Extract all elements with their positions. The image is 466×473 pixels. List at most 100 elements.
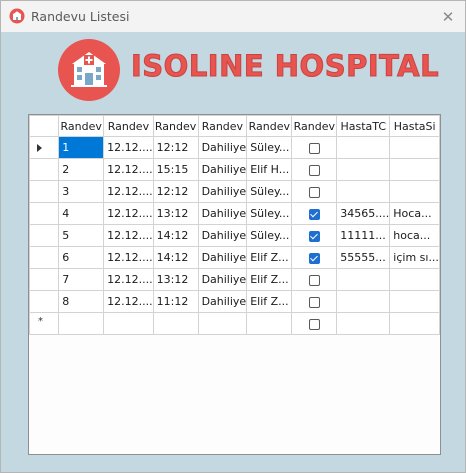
column-header[interactable]: Randev xyxy=(103,115,154,137)
table-cell[interactable]: 7 xyxy=(58,268,105,291)
table-cell[interactable] xyxy=(336,268,391,291)
table-cell[interactable] xyxy=(291,136,338,159)
row-header[interactable] xyxy=(29,180,60,203)
table-cell[interactable]: Elif H... xyxy=(246,158,293,181)
column-header[interactable]: Randev xyxy=(246,115,293,137)
header-corner[interactable] xyxy=(29,115,60,137)
table-cell[interactable]: 12.12.... xyxy=(103,136,154,159)
column-header[interactable]: Randev xyxy=(291,115,338,137)
column-header[interactable]: HastaTC xyxy=(336,115,391,137)
table-cell[interactable]: Dahiliye xyxy=(197,268,248,291)
table-cell[interactable] xyxy=(389,158,440,181)
table-cell[interactable]: 15:15 xyxy=(152,158,199,181)
table-cell[interactable]: hoca... xyxy=(389,224,440,247)
table-cell[interactable] xyxy=(291,268,338,291)
table-cell[interactable]: Elif Z... xyxy=(246,246,293,269)
table-row[interactable]: 6 12.12.... 14:12 Dahiliye Elif Z... 555… xyxy=(29,246,440,269)
column-header[interactable]: Randev xyxy=(58,115,105,137)
table-row[interactable]: 5 12.12.... 14:12 Dahiliye Süley... 1111… xyxy=(29,224,440,247)
row-header[interactable] xyxy=(29,268,60,291)
table-cell[interactable] xyxy=(291,312,338,335)
table-cell[interactable] xyxy=(336,290,391,313)
table-cell[interactable]: Dahiliye xyxy=(197,246,248,269)
table-cell[interactable] xyxy=(389,268,440,291)
table-cell[interactable]: Dahiliye xyxy=(197,158,248,181)
table-cell[interactable]: 11:12 xyxy=(152,290,199,313)
table-cell[interactable]: 6 xyxy=(58,246,105,269)
row-checkbox[interactable] xyxy=(308,252,320,264)
table-cell[interactable] xyxy=(246,312,293,335)
table-cell[interactable]: Dahiliye xyxy=(197,136,248,159)
row-checkbox[interactable] xyxy=(308,230,320,242)
row-header[interactable] xyxy=(29,246,60,269)
table-cell[interactable]: 12.12.... xyxy=(103,268,154,291)
table-cell[interactable] xyxy=(336,312,391,335)
table-cell[interactable]: 2 xyxy=(58,158,105,181)
row-header[interactable] xyxy=(29,224,60,247)
row-header[interactable] xyxy=(29,202,60,225)
table-cell[interactable] xyxy=(336,136,391,159)
table-cell[interactable] xyxy=(389,136,440,159)
row-header[interactable] xyxy=(29,136,60,159)
column-header[interactable]: HastaSi xyxy=(389,115,440,137)
table-cell[interactable] xyxy=(197,312,248,335)
table-cell[interactable]: 12.12.... xyxy=(103,202,154,225)
table-cell[interactable]: 12.12.... xyxy=(103,180,154,203)
row-checkbox[interactable] xyxy=(308,142,320,154)
table-cell[interactable]: 34565.... xyxy=(336,202,391,225)
table-cell[interactable] xyxy=(389,180,440,203)
table-row[interactable]: 4 12.12.... 13:12 Dahiliye Süley... 3456… xyxy=(29,202,440,225)
row-checkbox[interactable] xyxy=(308,208,320,220)
row-checkbox[interactable] xyxy=(308,164,320,176)
table-cell[interactable] xyxy=(291,158,338,181)
table-cell[interactable] xyxy=(58,312,105,335)
row-checkbox[interactable] xyxy=(308,186,320,198)
table-cell[interactable]: 14:12 xyxy=(152,246,199,269)
table-cell[interactable]: 12:12 xyxy=(152,180,199,203)
table-cell[interactable] xyxy=(291,246,338,269)
table-cell[interactable]: 13:12 xyxy=(152,202,199,225)
table-cell[interactable] xyxy=(152,312,199,335)
column-header[interactable]: Randev xyxy=(152,115,199,137)
table-cell[interactable]: 12.12.... xyxy=(103,246,154,269)
row-header[interactable] xyxy=(29,158,60,181)
table-cell[interactable]: Dahiliye xyxy=(197,180,248,203)
table-cell[interactable]: 11111... xyxy=(336,224,391,247)
table-cell[interactable] xyxy=(389,290,440,313)
appointments-grid[interactable]: Randev Randev Randev Randev Randev Rande… xyxy=(28,114,441,455)
close-button[interactable]: ✕ xyxy=(431,1,465,32)
table-cell[interactable]: Dahiliye xyxy=(197,224,248,247)
table-cell[interactable]: 12:12 xyxy=(152,136,199,159)
table-cell[interactable]: Süley... xyxy=(246,224,293,247)
table-cell[interactable] xyxy=(336,158,391,181)
table-cell[interactable]: içim sı... xyxy=(389,246,440,269)
table-cell[interactable] xyxy=(291,290,338,313)
new-row[interactable]: * xyxy=(29,312,440,335)
table-row[interactable]: 7 12.12.... 13:12 Dahiliye Elif Z... xyxy=(29,268,440,291)
row-checkbox[interactable] xyxy=(308,318,320,330)
table-cell[interactable]: Dahiliye xyxy=(197,202,248,225)
table-cell[interactable]: 13:12 xyxy=(152,268,199,291)
row-header[interactable] xyxy=(29,290,60,313)
table-cell[interactable] xyxy=(389,312,440,335)
table-cell[interactable]: 5 xyxy=(58,224,105,247)
row-header[interactable]: * xyxy=(29,312,60,335)
table-row[interactable]: 1 12.12.... 12:12 Dahiliye Süley... xyxy=(29,136,440,159)
row-checkbox[interactable] xyxy=(308,274,320,286)
title-bar[interactable]: Randevu Listesi ✕ xyxy=(1,1,465,32)
table-cell[interactable]: 55555... xyxy=(336,246,391,269)
table-cell[interactable]: 1 xyxy=(58,136,105,159)
table-cell[interactable] xyxy=(336,180,391,203)
table-cell[interactable]: 14:12 xyxy=(152,224,199,247)
table-cell[interactable]: Hoca... xyxy=(389,202,440,225)
table-row[interactable]: 2 12.12.... 15:15 Dahiliye Elif H... xyxy=(29,158,440,181)
table-row[interactable]: 8 12.12.... 11:12 Dahiliye Elif Z... xyxy=(29,290,440,313)
table-cell[interactable]: Süley... xyxy=(246,180,293,203)
table-cell[interactable] xyxy=(291,202,338,225)
table-row[interactable]: 3 12.12.... 12:12 Dahiliye Süley... xyxy=(29,180,440,203)
table-cell[interactable] xyxy=(103,312,154,335)
table-cell[interactable] xyxy=(291,180,338,203)
table-cell[interactable]: Süley... xyxy=(246,136,293,159)
table-cell[interactable]: 12.12.... xyxy=(103,224,154,247)
table-cell[interactable]: Elif Z... xyxy=(246,290,293,313)
